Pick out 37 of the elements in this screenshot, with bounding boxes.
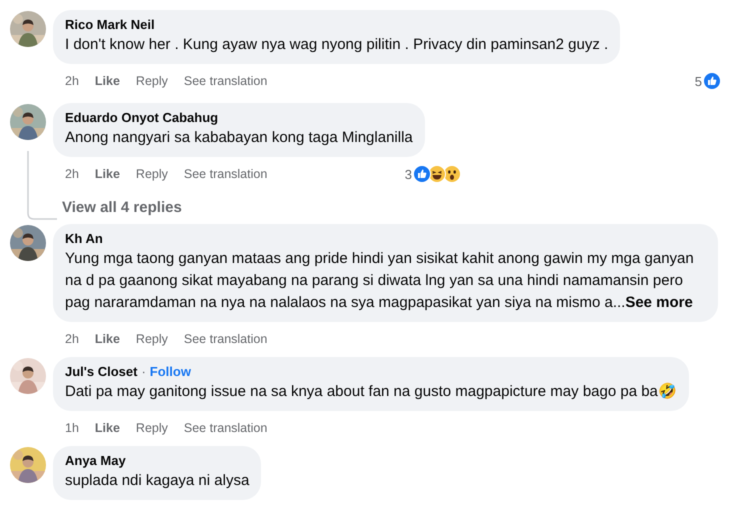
see-translation-link[interactable]: See translation <box>184 332 268 346</box>
like-link[interactable]: Like <box>94 167 120 181</box>
comment-time: 2h <box>65 74 79 88</box>
thread-connector <box>27 151 57 221</box>
reaction-count: 5 <box>694 74 702 88</box>
reply-link[interactable]: Reply <box>136 74 168 88</box>
view-replies-link[interactable]: View all 4 replies <box>62 199 182 216</box>
follow-link[interactable]: Follow <box>150 364 191 379</box>
comment-text: Yung mga taong ganyan mataas ang pride hindi yan sisikat kahit anong gawin my mga ganyan na d pa gaanong sikat mayabang na parang si diwata lng yan sa una hindi namamansin pero pag nararamdaman na nya na nalalaos na sya magpapasikat yan siya na mismo a...See more <box>65 249 695 313</box>
author-name[interactable]: Eduardo Onyot Cabahug <box>65 110 218 125</box>
author-name[interactable]: Kh An <box>65 231 103 246</box>
comment-time: 2h <box>65 167 79 181</box>
thumbs-up-icon[interactable] <box>413 165 431 183</box>
comment-text: Anong nangyari sa kababayan kong taga Minglanilla <box>65 128 413 148</box>
laughing-face-icon[interactable] <box>428 165 446 183</box>
comment-time: 2h <box>65 332 79 346</box>
like-link[interactable]: Like <box>94 332 120 346</box>
see-translation-link[interactable]: See translation <box>184 74 268 88</box>
author-name[interactable]: Anya May <box>65 453 126 468</box>
like-link[interactable]: Like <box>94 421 120 435</box>
author-name[interactable]: Jul's Closet <box>65 364 138 379</box>
author-name[interactable]: Rico Mark Neil <box>65 17 155 32</box>
like-link[interactable]: Like <box>94 74 120 88</box>
reply-link[interactable]: Reply <box>136 332 168 346</box>
reply-link[interactable]: Reply <box>136 167 168 181</box>
thumbs-up-icon[interactable] <box>703 72 721 90</box>
see-translation-link[interactable]: See translation <box>184 421 268 435</box>
see-translation-link[interactable]: See translation <box>184 167 268 181</box>
see-more-link[interactable]: See more <box>625 294 693 311</box>
comment-time: 1h <box>65 421 79 435</box>
surprised-face-icon[interactable] <box>443 165 461 183</box>
comment-text: Dati pa may ganitong issue na sa knya about fan na gusto magpapicture may bago pa ba🤣 <box>65 382 677 402</box>
comment-text: I don't know her . Kung ayaw nya wag nyong pilitin . Privacy din paminsan2 guyz . <box>65 35 608 55</box>
reply-link[interactable]: Reply <box>136 421 168 435</box>
reaction-count: 3 <box>404 166 412 182</box>
comment-text: suplada ndi kagaya ni alysa <box>65 471 250 491</box>
separator-dot: · <box>141 364 146 379</box>
